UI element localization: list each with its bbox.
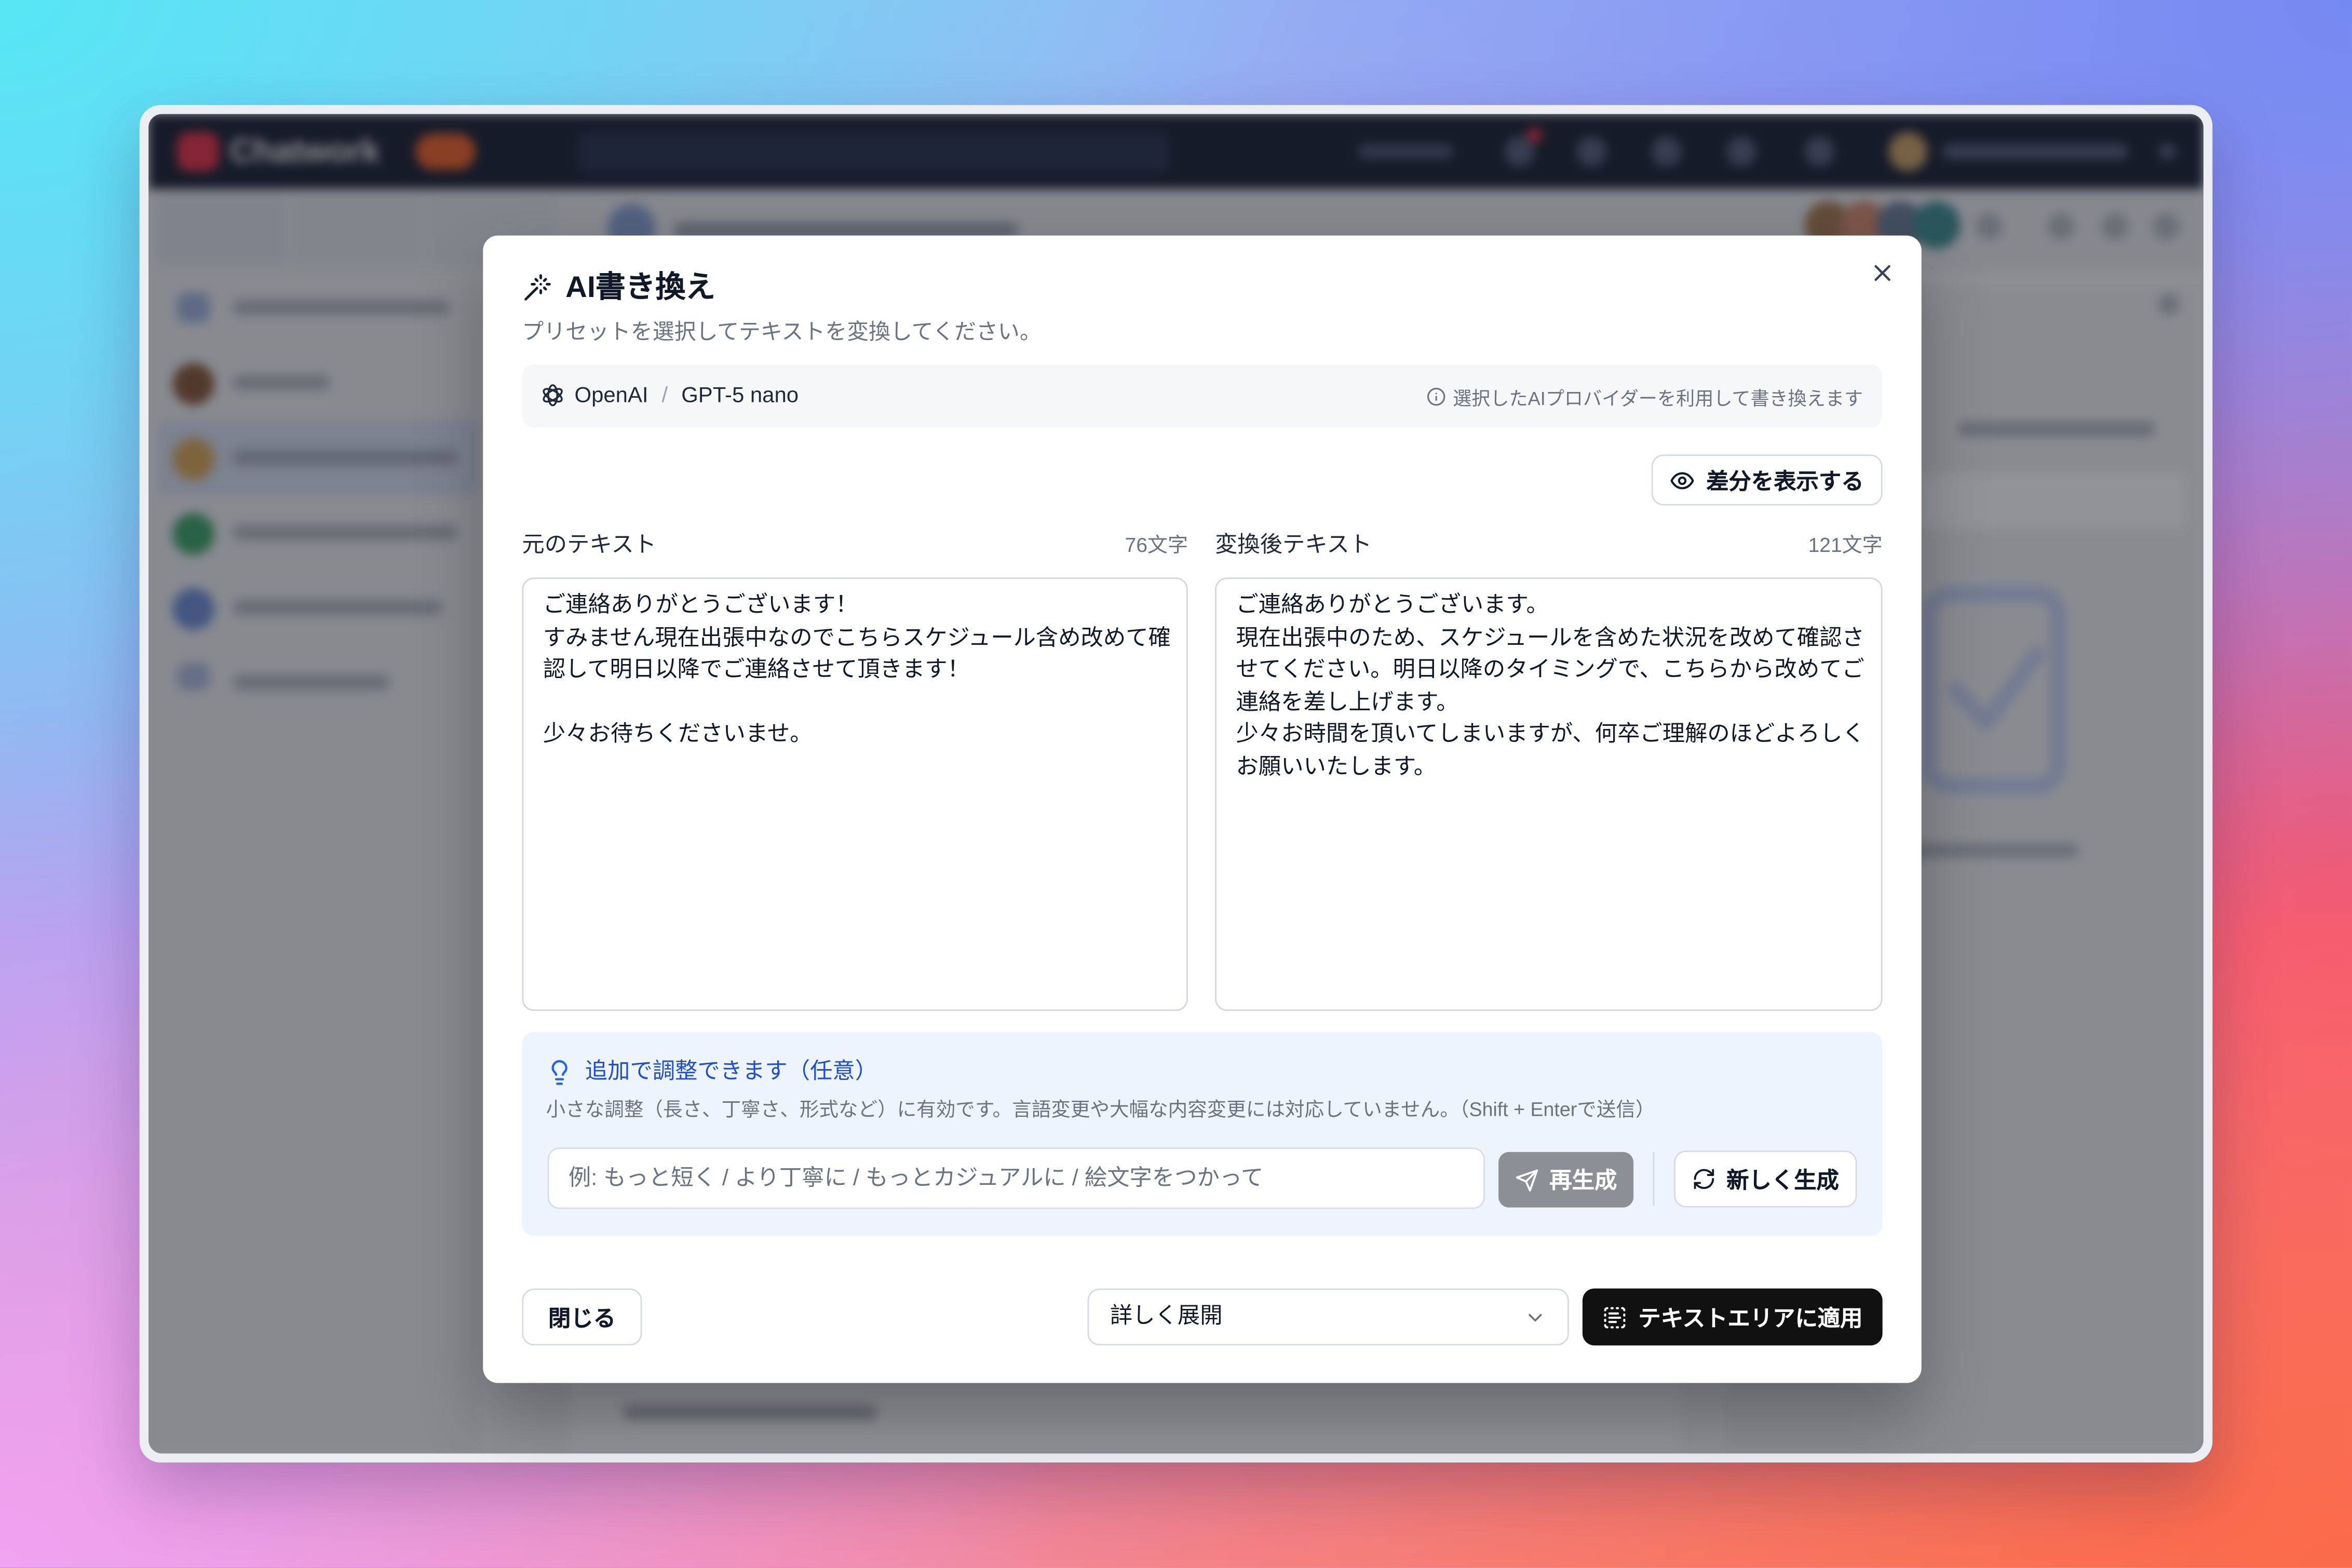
new-generate-button[interactable]: 新しく生成: [1674, 1150, 1857, 1208]
send-icon: [1515, 1168, 1539, 1192]
wand-sparkles-icon: [522, 273, 552, 303]
original-char-count: 76文字: [1125, 534, 1188, 557]
chevron-down-icon: [1524, 1306, 1546, 1329]
provider-info-text: 選択したAIプロバイダーを利用して書き換えます: [1453, 387, 1863, 409]
provider-separator: /: [661, 384, 668, 408]
adjustment-input[interactable]: [547, 1147, 1485, 1209]
eye-icon: [1670, 467, 1696, 493]
adjustment-panel: 追加で調整できます（任意） 小さな調整（長さ、丁寧さ、形式など）に有効です。言語…: [522, 1032, 1883, 1236]
converted-text-area[interactable]: ご連絡ありがとうございます。 現在出張中のため、スケジュールを含めた状況を改めて…: [1215, 577, 1883, 1011]
regenerate-label: 再生成: [1549, 1168, 1617, 1194]
lightbulb-icon: [546, 1059, 573, 1086]
show-diff-button[interactable]: 差分を表示する: [1651, 454, 1883, 506]
close-label: 閉じる: [548, 1305, 616, 1331]
converted-char-count: 121文字: [1808, 534, 1883, 557]
close-button[interactable]: 閉じる: [522, 1288, 642, 1346]
provider-bar: OpenAI / GPT-5 nano 選択したAIプロバイダーを利用して書き換えま…: [522, 364, 1883, 428]
button-divider: [1653, 1152, 1655, 1206]
preset-selected-value: 詳しく展開: [1110, 1303, 1223, 1329]
adjustment-title: 追加で調整できます（任意）: [585, 1059, 878, 1085]
original-text-area[interactable]: ご連絡ありがとうございます！ すみません現在出張中なのでこちらスケジュール含め改…: [522, 577, 1188, 1011]
desktop-background: Chatwork AI書き換え プリセットを選択してテキストを変換してください。…: [0, 0, 2352, 1568]
apply-label: テキストエリアに適用: [1638, 1305, 1863, 1331]
provider-name: OpenAI: [574, 384, 648, 408]
text-select-icon: [1602, 1304, 1628, 1330]
refresh-icon: [1692, 1167, 1716, 1191]
adjustment-description: 小さな調整（長さ、丁寧さ、形式など）に有効です。言語変更や大幅な内容変更には対応…: [546, 1098, 1655, 1121]
show-diff-label: 差分を表示する: [1706, 468, 1864, 494]
close-icon[interactable]: [1869, 260, 1896, 287]
ai-rewrite-dialog: AI書き換え プリセットを選択してテキストを変換してください。 OpenAI / G…: [483, 235, 1922, 1383]
dialog-subtitle: プリセットを選択してテキストを変換してください。: [522, 321, 1042, 345]
openai-logo-icon: [540, 383, 565, 408]
provider-info: 選択したAIプロバイダーを利用して書き換えます: [1426, 364, 1863, 427]
new-generate-label: 新しく生成: [1726, 1168, 1839, 1194]
provider-label: OpenAI / GPT-5 nano: [574, 364, 799, 427]
dialog-title: AI書き換え: [565, 271, 716, 305]
provider-model: GPT-5 nano: [681, 384, 799, 408]
regenerate-button[interactable]: 再生成: [1498, 1152, 1634, 1208]
apply-to-textarea-button[interactable]: テキストエリアに適用: [1582, 1288, 1883, 1346]
preset-select[interactable]: 詳しく展開: [1087, 1288, 1569, 1346]
info-icon: [1426, 386, 1445, 406]
